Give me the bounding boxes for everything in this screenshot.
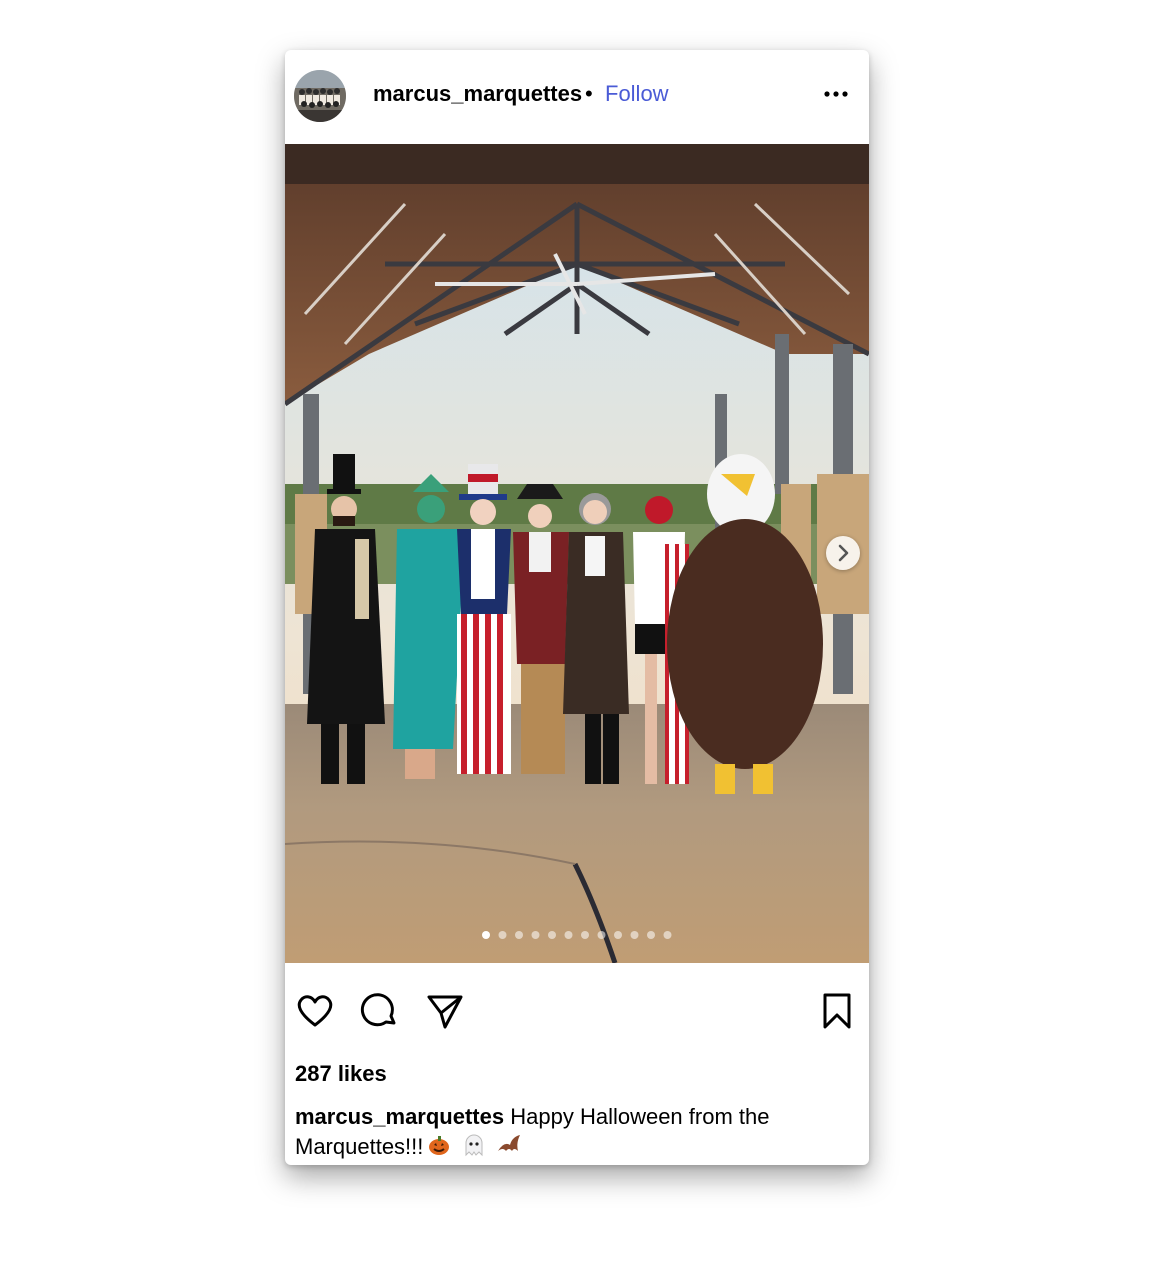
ghost-icon: [462, 1133, 486, 1165]
follow-button[interactable]: Follow: [605, 80, 669, 108]
post-header: marcus_marquettes • Follow: [285, 50, 869, 144]
carousel-dot: [515, 931, 523, 939]
post-action-bar: [285, 963, 869, 1063]
carousel-dot: [548, 931, 556, 939]
more-options-icon[interactable]: [819, 80, 853, 108]
carousel-pager: [481, 927, 673, 939]
paper-plane-icon[interactable]: [425, 991, 465, 1031]
carousel-dot: [663, 931, 672, 939]
carousel-dot: [614, 931, 622, 939]
jack-o-lantern-icon: [427, 1133, 451, 1165]
carousel-dot: [531, 931, 540, 939]
carousel-dot: [498, 931, 507, 939]
bat-icon: [496, 1133, 522, 1165]
carousel-dot: [564, 931, 573, 939]
carousel-dot: [597, 931, 606, 939]
carousel-next-button[interactable]: [826, 536, 860, 570]
pavilion-group-photo: [285, 144, 869, 963]
carousel-dot: [630, 931, 639, 939]
post-photo[interactable]: [285, 144, 869, 963]
separator-dot: •: [585, 81, 593, 106]
carousel-dot: [482, 931, 490, 939]
caption-username[interactable]: marcus_marquettes: [295, 1104, 504, 1129]
carousel-dot: [647, 931, 655, 939]
post-caption: marcus_marquettes Happy Halloween from t…: [295, 1102, 855, 1165]
comment-bubble-icon[interactable]: [360, 991, 400, 1031]
bookmark-icon[interactable]: [817, 991, 857, 1031]
carousel-dot: [581, 931, 589, 939]
chevron-right-icon: [838, 544, 849, 562]
likes-count[interactable]: 287 likes: [295, 1060, 387, 1088]
avatar-image: [294, 70, 346, 122]
post-username[interactable]: marcus_marquettes: [373, 80, 582, 108]
avatar[interactable]: [294, 70, 346, 122]
heart-icon[interactable]: [295, 991, 335, 1031]
post-card: marcus_marquettes • Follow 287 likes mar…: [285, 50, 869, 1165]
